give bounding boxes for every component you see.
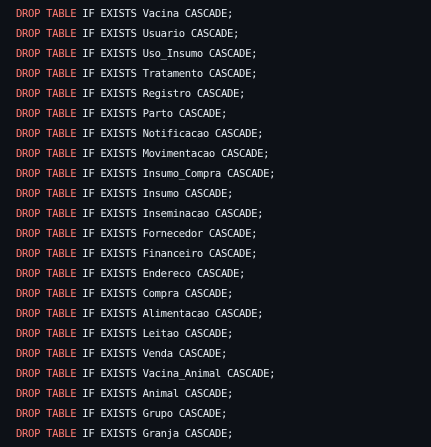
- code-line: DROP TABLE IF EXISTS Usuario CASCADE;: [16, 24, 431, 44]
- code-line: DROP TABLE IF EXISTS Movimentacao CASCAD…: [16, 144, 431, 164]
- code-line: DROP TABLE IF EXISTS Insumo CASCADE;: [16, 184, 431, 204]
- sql-statement-text: IF EXISTS Alimentacao CASCADE;: [76, 308, 264, 320]
- sql-statement-text: IF EXISTS Leitao CASCADE;: [76, 328, 234, 340]
- code-line: DROP TABLE IF EXISTS Notificacao CASCADE…: [16, 124, 431, 144]
- code-line: DROP TABLE IF EXISTS Parto CASCADE;: [16, 104, 431, 124]
- sql-keyword: DROP TABLE: [16, 428, 77, 440]
- sql-keyword: DROP TABLE: [16, 168, 77, 180]
- sql-keyword: DROP TABLE: [16, 248, 77, 260]
- sql-statement-text: IF EXISTS Notificacao CASCADE;: [76, 128, 264, 140]
- code-line: DROP TABLE IF EXISTS Venda CASCADE;: [16, 344, 431, 364]
- code-line: DROP TABLE IF EXISTS Vacina_Animal CASCA…: [16, 364, 431, 384]
- code-line: DROP TABLE IF EXISTS Registro CASCADE;: [16, 84, 431, 104]
- code-line: DROP TABLE IF EXISTS Alimentacao CASCADE…: [16, 304, 431, 324]
- code-line: DROP TABLE IF EXISTS Tratamento CASCADE;: [16, 64, 431, 84]
- sql-statement-text: IF EXISTS Insumo_Compra CASCADE;: [76, 168, 276, 180]
- code-line: DROP TABLE IF EXISTS Inseminacao CASCADE…: [16, 204, 431, 224]
- sql-statement-text: IF EXISTS Compra CASCADE;: [76, 288, 234, 300]
- sql-statement-text: IF EXISTS Fornecedor CASCADE;: [76, 228, 258, 240]
- code-line: DROP TABLE IF EXISTS Fornecedor CASCADE;: [16, 224, 431, 244]
- sql-keyword: DROP TABLE: [16, 308, 77, 320]
- code-line: DROP TABLE IF EXISTS Insumo_Compra CASCA…: [16, 164, 431, 184]
- sql-keyword: DROP TABLE: [16, 228, 77, 240]
- sql-code-block: DROP TABLE IF EXISTS Vacina CASCADE; DRO…: [0, 0, 431, 447]
- code-line: DROP TABLE IF EXISTS Grupo CASCADE;: [16, 404, 431, 424]
- code-line: DROP TABLE IF EXISTS Animal CASCADE;: [16, 384, 431, 404]
- sql-keyword: DROP TABLE: [16, 148, 77, 160]
- code-line: DROP TABLE IF EXISTS Vacina CASCADE;: [16, 4, 431, 24]
- sql-statement-text: IF EXISTS Granja CASCADE;: [76, 428, 234, 440]
- sql-keyword: DROP TABLE: [16, 68, 77, 80]
- code-line: DROP TABLE IF EXISTS Financeiro CASCADE;: [16, 244, 431, 264]
- sql-keyword: DROP TABLE: [16, 388, 77, 400]
- sql-statement-text: IF EXISTS Inseminacao CASCADE;: [76, 208, 264, 220]
- sql-statement-text: IF EXISTS Financeiro CASCADE;: [76, 248, 258, 260]
- sql-keyword: DROP TABLE: [16, 8, 77, 20]
- sql-keyword: DROP TABLE: [16, 208, 77, 220]
- sql-keyword: DROP TABLE: [16, 108, 77, 120]
- sql-statement-text: IF EXISTS Endereco CASCADE;: [76, 268, 246, 280]
- code-line: DROP TABLE IF EXISTS Compra CASCADE;: [16, 284, 431, 304]
- sql-keyword: DROP TABLE: [16, 188, 77, 200]
- sql-statement-text: IF EXISTS Animal CASCADE;: [76, 388, 234, 400]
- sql-keyword: DROP TABLE: [16, 88, 77, 100]
- sql-keyword: DROP TABLE: [16, 348, 77, 360]
- code-line: DROP TABLE IF EXISTS Uso_Insumo CASCADE;: [16, 44, 431, 64]
- sql-keyword: DROP TABLE: [16, 268, 77, 280]
- sql-statement-text: IF EXISTS Uso_Insumo CASCADE;: [76, 48, 258, 60]
- code-line: DROP TABLE IF EXISTS Leitao CASCADE;: [16, 324, 431, 344]
- code-line: DROP TABLE IF EXISTS Granja CASCADE;: [16, 424, 431, 444]
- sql-statement-text: IF EXISTS Parto CASCADE;: [76, 108, 227, 120]
- sql-statement-text: IF EXISTS Grupo CASCADE;: [76, 408, 227, 420]
- sql-statement-text: IF EXISTS Tratamento CASCADE;: [76, 68, 258, 80]
- sql-keyword: DROP TABLE: [16, 28, 77, 40]
- sql-keyword: DROP TABLE: [16, 328, 77, 340]
- sql-statement-text: IF EXISTS Registro CASCADE;: [76, 88, 246, 100]
- sql-statement-text: IF EXISTS Vacina_Animal CASCADE;: [76, 368, 276, 380]
- sql-keyword: DROP TABLE: [16, 408, 77, 420]
- sql-statement-text: IF EXISTS Usuario CASCADE;: [76, 28, 240, 40]
- sql-keyword: DROP TABLE: [16, 128, 77, 140]
- sql-statement-text: IF EXISTS Insumo CASCADE;: [76, 188, 234, 200]
- code-line: DROP TABLE IF EXISTS Endereco CASCADE;: [16, 264, 431, 284]
- sql-statement-text: IF EXISTS Movimentacao CASCADE;: [76, 148, 270, 160]
- sql-statement-text: IF EXISTS Vacina CASCADE;: [76, 8, 234, 20]
- sql-keyword: DROP TABLE: [16, 288, 77, 300]
- sql-statement-text: IF EXISTS Venda CASCADE;: [76, 348, 227, 360]
- sql-keyword: DROP TABLE: [16, 368, 77, 380]
- sql-keyword: DROP TABLE: [16, 48, 77, 60]
